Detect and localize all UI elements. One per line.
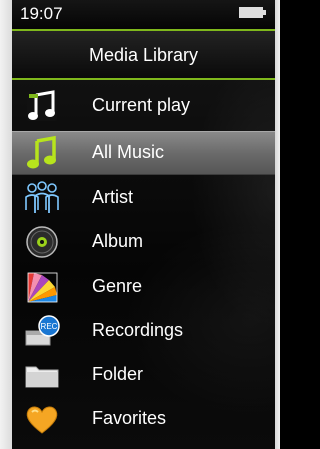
music-note-green-icon	[27, 135, 56, 169]
menu-item-label: Recordings	[92, 320, 184, 340]
menu-item-label: Folder	[92, 364, 144, 384]
menu-item-current-play[interactable]: Current play	[12, 84, 275, 128]
color-fan-icon	[27, 272, 58, 303]
menu-item-artist[interactable]: Artist	[12, 176, 275, 220]
people-icon	[25, 181, 59, 213]
title-bar: Media Library	[12, 31, 275, 80]
menu-item-recordings[interactable]: REC Recordings	[12, 309, 275, 353]
player-screen: 19:07 Media Library Current play All Mus…	[0, 0, 280, 449]
menu-item-folder[interactable]: Folder	[12, 353, 275, 397]
right-bezel	[275, 0, 280, 449]
rec-icon: REC	[25, 315, 60, 346]
music-note-icon	[27, 90, 57, 121]
battery-cap	[263, 10, 266, 15]
menu-item-all-music[interactable]: All Music	[12, 131, 275, 175]
disc-icon	[26, 226, 58, 258]
clock: 19:07	[20, 4, 63, 23]
menu-item-label: Favorites	[92, 408, 167, 428]
svg-text:REC: REC	[41, 322, 58, 331]
left-bezel	[0, 0, 12, 449]
menu-item-label: Album	[92, 231, 144, 251]
status-bar: 19:07	[12, 0, 275, 31]
folder-icon	[25, 366, 59, 388]
menu-item-favorites[interactable]: Favorites	[12, 397, 275, 441]
menu-item-label: Artist	[92, 187, 134, 207]
menu-item-genre[interactable]: Genre	[12, 265, 275, 309]
menu-item-label: Current play	[92, 95, 191, 115]
heart-icon	[26, 406, 58, 434]
menu-item-label: Genre	[92, 276, 143, 296]
page-title: Media Library	[88, 45, 199, 65]
battery-full-icon	[239, 7, 263, 18]
menu-item-album[interactable]: Album	[12, 220, 275, 264]
menu-item-label: All Music	[92, 142, 165, 162]
